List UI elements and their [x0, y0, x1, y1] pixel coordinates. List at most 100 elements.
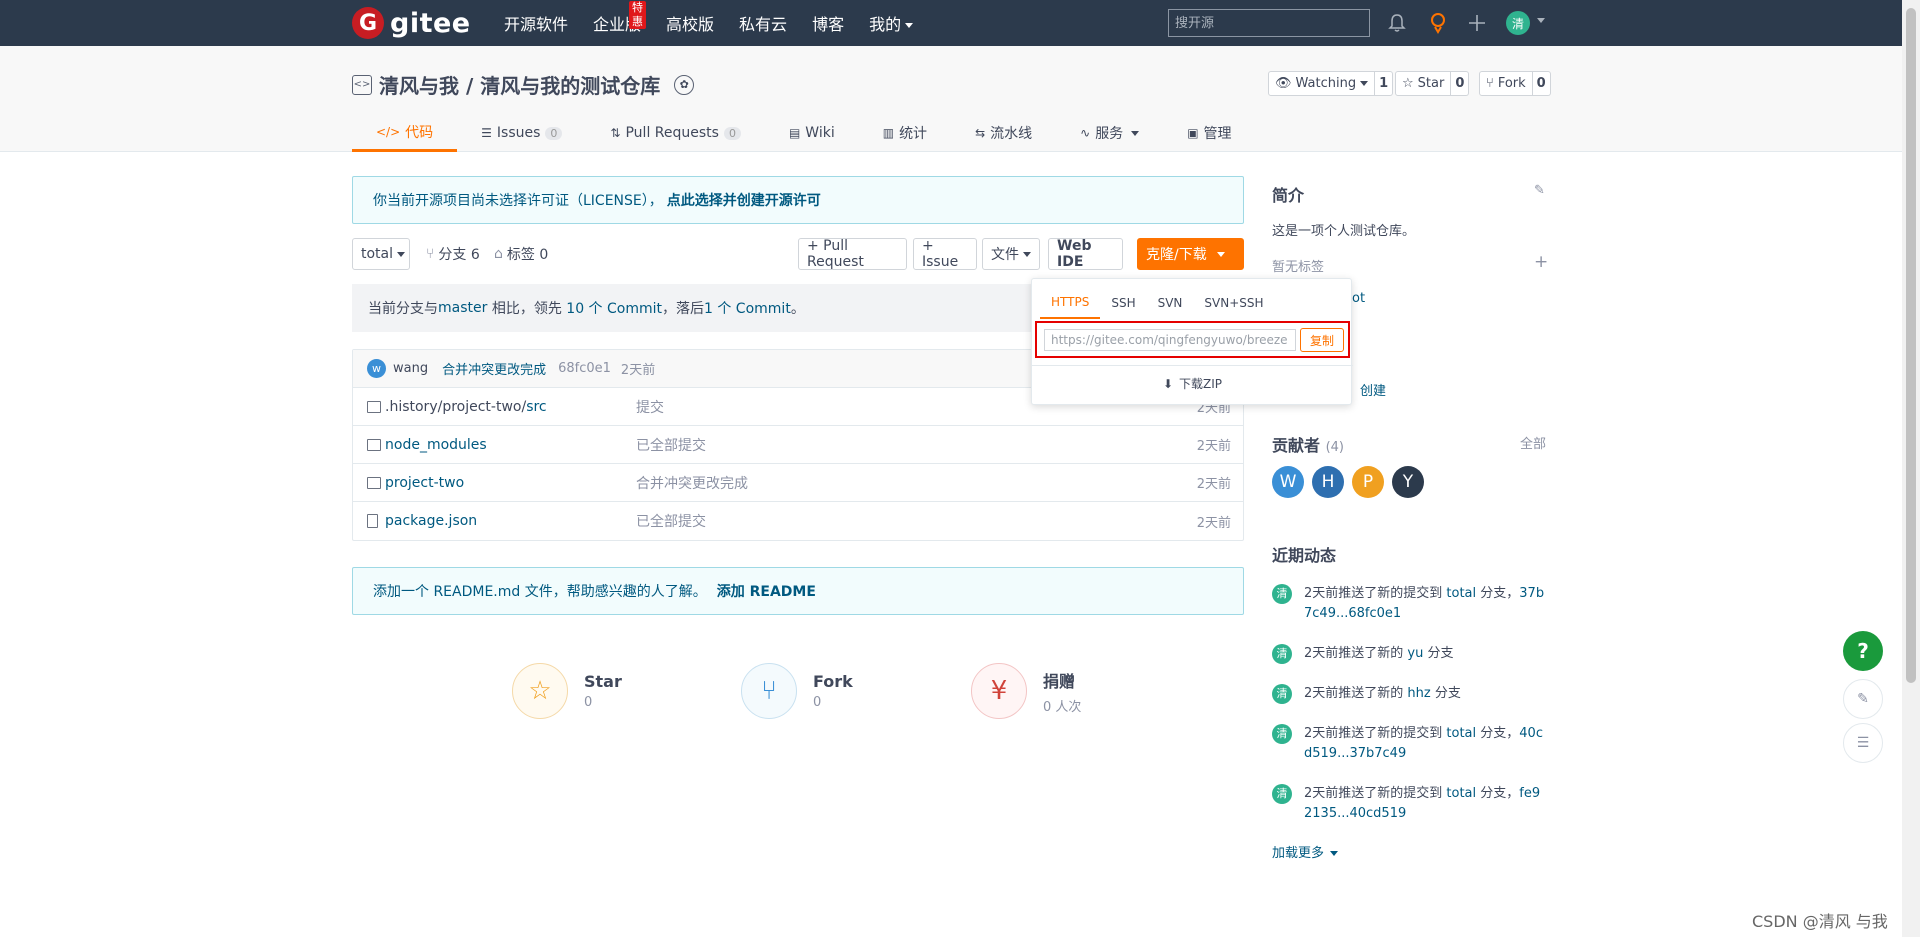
file-commit-message[interactable]: 合并冲突更改完成	[636, 473, 748, 493]
nav-blog[interactable]: 博客	[812, 11, 844, 35]
contributor-avatar[interactable]: H	[1312, 466, 1344, 498]
tags-link[interactable]: ⌂ 标签 0	[494, 238, 548, 270]
create-license-link[interactable]: 点此选择并创建开源许可	[667, 190, 821, 210]
commit-author[interactable]: wang	[393, 361, 428, 376]
tab-ssh[interactable]: SSH	[1100, 287, 1146, 319]
commit-hash[interactable]: 68fc0e1	[558, 361, 611, 376]
chat-icon[interactable]: ☰	[1843, 723, 1883, 763]
file-row[interactable]: node_modules 已全部提交 2天前	[353, 426, 1243, 464]
user-avatar[interactable]: 清	[1506, 11, 1530, 35]
commit-author-avatar[interactable]: w	[367, 359, 386, 378]
search-input[interactable]	[1168, 9, 1370, 37]
gitee-logo[interactable]: G gitee	[352, 7, 471, 39]
load-more-link[interactable]: 加载更多	[1272, 842, 1339, 861]
web-ide-button[interactable]: Web IDE	[1048, 238, 1123, 270]
tab-https[interactable]: HTTPS	[1040, 287, 1101, 319]
watch-button[interactable]: 👁 Watching	[1268, 71, 1376, 96]
commit-message[interactable]: 合并冲突更改完成	[442, 359, 546, 378]
file-name[interactable]: node_modules	[385, 437, 487, 453]
feedback-edit-icon[interactable]: ✎	[1843, 679, 1883, 719]
file-name[interactable]: package.json	[385, 513, 477, 529]
tab-statistics[interactable]: ▥ 统计	[859, 114, 951, 152]
tab-pull-requests[interactable]: ⇅ Pull Requests 0	[586, 114, 765, 152]
contributor-avatar[interactable]: P	[1352, 466, 1384, 498]
activity-text: 2天前推送了新的提交到	[1304, 786, 1447, 801]
nav-open-source[interactable]: 开源软件	[504, 11, 568, 35]
folder-icon	[367, 400, 381, 413]
activity-branch-link[interactable]: yu	[1407, 646, 1423, 661]
contributors-title-label: 贡献者	[1272, 436, 1321, 455]
nav-education[interactable]: 高校版	[666, 11, 714, 35]
contributors-all-link[interactable]: 全部	[1520, 433, 1546, 452]
add-tag-icon[interactable]: +	[1534, 252, 1548, 272]
new-pull-request-button[interactable]: + Pull Request	[798, 238, 907, 270]
branch-select[interactable]: total	[352, 238, 410, 270]
clone-url-input[interactable]	[1044, 329, 1296, 351]
contributor-avatar[interactable]: Y	[1392, 466, 1424, 498]
star-stat-label: Star	[584, 672, 622, 691]
activity-avatar[interactable]: 清	[1272, 784, 1292, 804]
contributor-avatar[interactable]: W	[1272, 466, 1304, 498]
files-button[interactable]: 文件	[982, 238, 1040, 270]
help-button[interactable]: ?	[1843, 631, 1883, 671]
star-stat[interactable]: ☆ Star 0	[512, 663, 622, 719]
create-link[interactable]: 创建	[1360, 380, 1386, 399]
copy-url-button[interactable]: 复制	[1300, 328, 1344, 352]
activity-avatar[interactable]: 清	[1272, 644, 1292, 664]
tab-manage[interactable]: ▣ 管理	[1163, 114, 1255, 152]
partial-link-text[interactable]: ot	[1352, 291, 1365, 306]
activity-avatar[interactable]: 清	[1272, 724, 1292, 744]
chevron-down-icon	[1360, 81, 1369, 86]
file-commit-message[interactable]: 提交	[636, 397, 664, 417]
tab-code[interactable]: </> 代码	[352, 114, 458, 152]
tab-wiki[interactable]: ▤ Wiki	[765, 114, 859, 152]
star-button[interactable]: ☆ Star	[1395, 71, 1452, 96]
fork-stat[interactable]: ⑂ Fork 0	[741, 663, 853, 719]
tab-issues[interactable]: ☰ Issues 0	[457, 114, 586, 152]
activity-branch-link[interactable]: total	[1446, 726, 1476, 741]
tab-pipeline[interactable]: ⇆ 流水线	[951, 114, 1056, 152]
tab-svn-ssh[interactable]: SVN+SSH	[1193, 287, 1274, 319]
repo-title-link[interactable]: 清风与我 / 清风与我的测试仓库	[379, 70, 660, 99]
nav-mine-label: 我的	[869, 15, 902, 34]
bell-icon[interactable]	[1385, 11, 1409, 35]
branches-link[interactable]: ⑂ 分支 6	[426, 238, 480, 270]
compare-master-link[interactable]: master	[438, 300, 487, 316]
nav-private-cloud[interactable]: 私有云	[739, 11, 787, 35]
edit-icon[interactable]: ✎	[1534, 183, 1545, 198]
fork-button[interactable]: ⑂ Fork	[1479, 71, 1533, 96]
clone-download-button[interactable]: 克隆/下载	[1137, 238, 1244, 270]
location-pin-icon[interactable]	[1426, 11, 1450, 35]
watch-count[interactable]: 1	[1375, 71, 1394, 96]
repo-badge-icon[interactable]: ✿	[674, 74, 695, 95]
file-row[interactable]: package.json 已全部提交 2天前	[353, 502, 1243, 540]
fork-count[interactable]: 0	[1532, 71, 1551, 96]
file-name[interactable]: .history/project-two/src	[385, 399, 547, 415]
avatar-chevron-down-icon[interactable]	[1537, 18, 1545, 23]
add-readme-link[interactable]: 添加 README	[717, 581, 816, 601]
behind-commits-link[interactable]: 1 个 Commit	[704, 298, 791, 318]
file-commit-message[interactable]: 已全部提交	[636, 511, 706, 531]
nav-enterprise[interactable]: 企业版 特惠	[593, 1, 647, 35]
activity-branch-link[interactable]: total	[1446, 786, 1476, 801]
activity-branch-link[interactable]: hhz	[1407, 686, 1430, 701]
file-time: 2天前	[1196, 515, 1231, 531]
nav-mine[interactable]: 我的	[869, 11, 914, 35]
activity-branch-link[interactable]: total	[1446, 586, 1476, 601]
plus-icon[interactable]	[1465, 11, 1489, 35]
download-zip-link[interactable]: ⬇ 下载ZIP	[1032, 375, 1353, 392]
page-scrollbar[interactable]	[1902, 0, 1920, 937]
file-name[interactable]: project-two	[385, 475, 464, 491]
activity-avatar[interactable]: 清	[1272, 584, 1292, 604]
tab-svn[interactable]: SVN	[1147, 287, 1194, 319]
eye-icon: 👁	[1275, 76, 1292, 91]
file-row[interactable]: project-two 合并冲突更改完成 2天前	[353, 464, 1243, 502]
star-count[interactable]: 0	[1451, 71, 1470, 96]
new-issue-button[interactable]: + Issue	[913, 238, 977, 270]
scrollbar-thumb[interactable]	[1906, 8, 1916, 683]
activity-avatar[interactable]: 清	[1272, 684, 1292, 704]
ahead-commits-link[interactable]: 10 个 Commit	[566, 298, 662, 318]
donate-stat[interactable]: ¥ 捐赠 0 人次	[971, 663, 1081, 719]
tab-services[interactable]: ∿ 服务	[1056, 114, 1163, 152]
file-commit-message[interactable]: 已全部提交	[636, 435, 706, 455]
